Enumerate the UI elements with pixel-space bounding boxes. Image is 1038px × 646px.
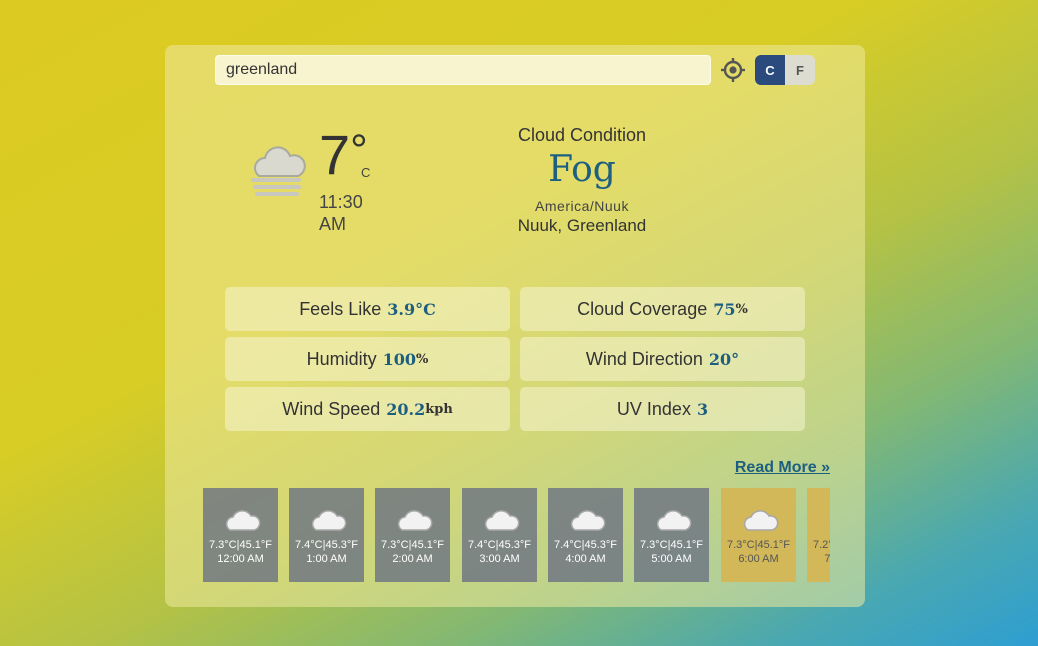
cloud-icon (570, 510, 605, 531)
hourly-time: 4:00 AM (565, 553, 606, 565)
stat-value: 100 (382, 349, 417, 369)
fahrenheit-button[interactable]: F (785, 55, 815, 85)
hourly-time: 6:00 AM (738, 553, 779, 565)
stat-label: Humidity (306, 348, 377, 369)
stat-unit: % (416, 351, 429, 367)
hourly-time: 12:00 AM (217, 553, 264, 565)
stat-value: 20° (708, 349, 740, 369)
stat-label: Cloud Coverage (577, 298, 708, 319)
cloud-icon (484, 510, 519, 531)
hourly-temp: 7.3°C|45.1°F (380, 539, 445, 551)
stat-label: Feels Like (299, 298, 382, 319)
temperature-unit: C (361, 165, 371, 180)
cloud-icon (743, 510, 778, 531)
hourly-item: 7.3°C|45.1°F 12:00 AM (203, 488, 278, 582)
hourly-item: 7.4°C|45.3°F 1:00 AM (289, 488, 364, 582)
hourly-item: 7.2°C|45.0°F 7:00 AM (807, 488, 830, 582)
search-input[interactable] (215, 55, 711, 85)
cloud-icon (656, 510, 691, 531)
hourly-temp: 7.4°C|45.3°F (294, 539, 359, 551)
stat-value: 3 (696, 399, 709, 419)
hourly-temp: 7.4°C|45.3°F (553, 539, 618, 551)
hourly-time: 5:00 AM (651, 553, 692, 565)
cloud-icon (829, 520, 830, 528)
stat-unit: kph (425, 401, 453, 417)
hourly-temp: 7.4°C|45.3°F (467, 539, 532, 551)
read-more-link[interactable]: Read More » (735, 459, 830, 477)
stat-humidity: Humidity 100% (225, 337, 510, 381)
stats-grid: Feels Like 3.9°C Cloud Coverage 75% Humi… (225, 287, 805, 431)
weather-card: C F 7° C 11:30 AM Cloud Condition Fog Am… (165, 45, 865, 607)
stat-cloud-coverage: Cloud Coverage 75% (520, 287, 805, 331)
stat-uv-index: UV Index 3 (520, 387, 805, 431)
hourly-time: 3:00 AM (479, 553, 520, 565)
hourly-temp: 7.3°C|45.1°F (639, 539, 704, 551)
timezone: America/Nuuk (535, 198, 629, 214)
locate-icon[interactable] (720, 57, 746, 83)
stat-value: 20.2 (386, 399, 426, 419)
hourly-item: 7.4°C|45.3°F 3:00 AM (462, 488, 537, 582)
stat-wind-direction: Wind Direction 20° (520, 337, 805, 381)
condition-title: Cloud Condition (517, 125, 647, 145)
location: Nuuk, Greenland (517, 216, 647, 235)
hourly-time: 1:00 AM (306, 553, 347, 565)
fog-icon (251, 146, 306, 196)
hourly-time: 2:00 AM (392, 553, 433, 565)
hourly-item: 7.3°C|45.1°F 2:00 AM (375, 488, 450, 582)
celsius-button[interactable]: C (755, 55, 785, 85)
cloud-icon (311, 510, 346, 531)
hourly-temp: 7.3°C|45.1°F (208, 539, 273, 551)
stat-label: UV Index (616, 398, 691, 419)
hourly-temp: 7.2°C|45.0°F (812, 539, 830, 551)
condition-value: Fog (548, 149, 616, 190)
stat-label: Wind Direction (585, 348, 703, 369)
stat-wind-speed: Wind Speed 20.2 kph (225, 387, 510, 431)
unit-toggle: C F (755, 55, 815, 85)
stat-feels-like: Feels Like 3.9°C (225, 287, 510, 331)
stat-label: Wind Speed (282, 398, 381, 419)
stat-value: 3.9°C (387, 299, 436, 319)
hourly-item: 7.4°C|45.3°F 4:00 AM (548, 488, 623, 582)
cloud-icon (225, 510, 260, 531)
hourly-temp: 7.3°C|45.1°F (726, 539, 791, 551)
hourly-time: 7:00 AM (824, 553, 830, 565)
hourly-forecast[interactable]: 7.3°C|45.1°F 12:00 AM 7.4°C|45.3°F 1:00 … (203, 488, 830, 582)
stat-unit: % (735, 301, 748, 317)
cloud-icon (397, 510, 432, 531)
stat-value: 75 (713, 299, 736, 319)
current-time: 11:30 AM (319, 192, 363, 234)
condition-block: Cloud Condition Fog America/Nuuk Nuuk, G… (475, 125, 689, 236)
hourly-item: 7.3°C|45.1°F 5:00 AM (634, 488, 709, 582)
hourly-item-current: 7.3°C|45.1°F 6:00 AM (721, 488, 796, 582)
